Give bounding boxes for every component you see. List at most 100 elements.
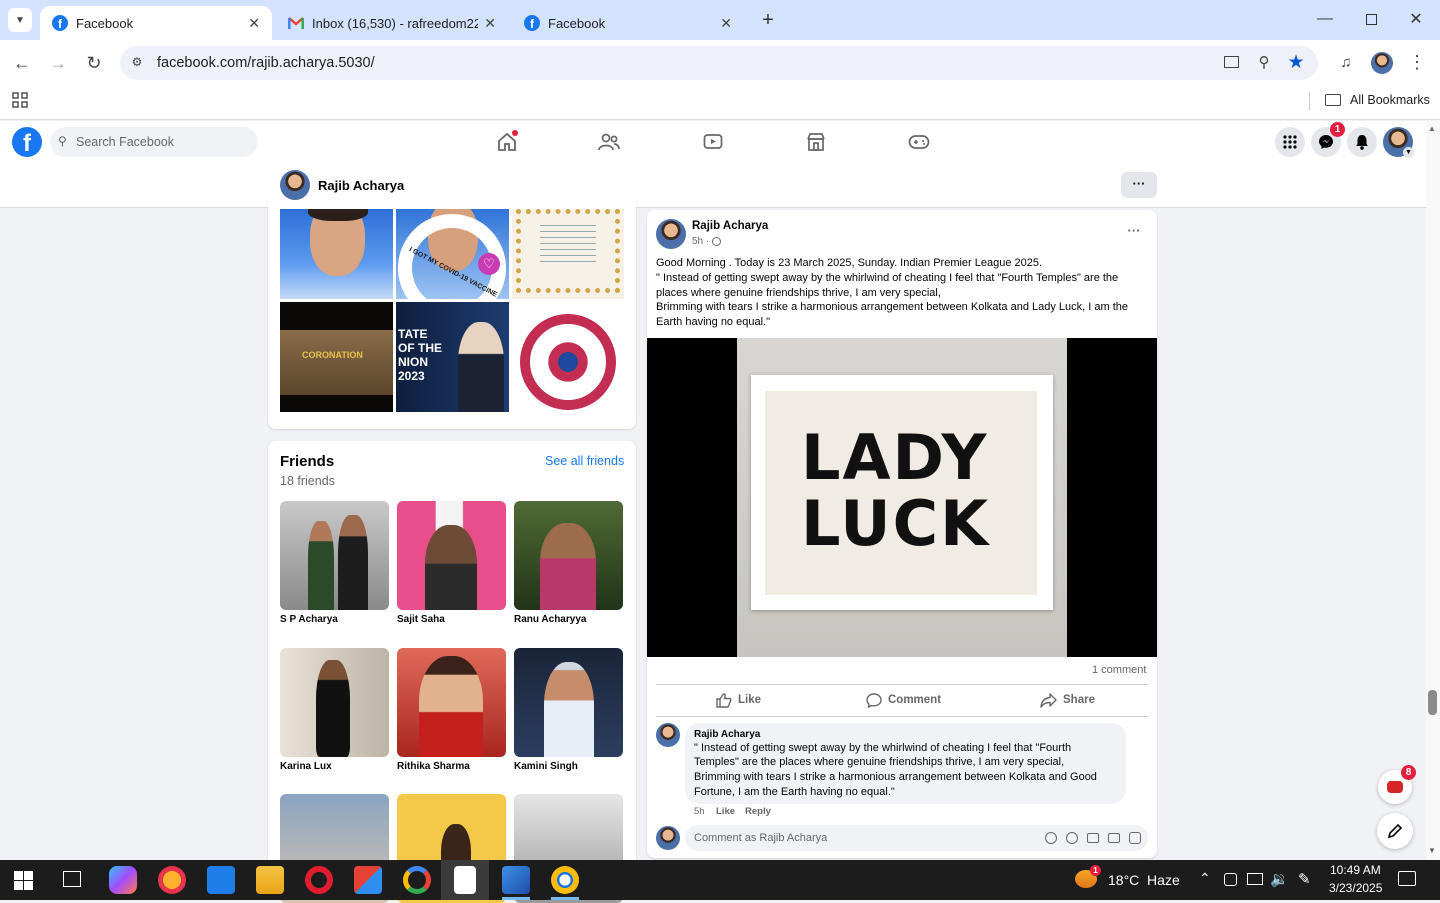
tray-overflow-icon[interactable]: ⌃ — [1199, 870, 1211, 887]
bookmark-star-icon[interactable]: ★ — [1285, 51, 1307, 73]
profile-avatar-icon[interactable] — [1371, 52, 1393, 74]
copilot-app-icon[interactable] — [109, 866, 137, 894]
commenter-avatar[interactable] — [656, 723, 680, 747]
post-options-icon[interactable]: ··· — [1124, 223, 1144, 241]
task-view-icon[interactable] — [63, 871, 81, 887]
tray-app-icon[interactable] — [1224, 873, 1237, 886]
sticker-icon[interactable] — [1129, 832, 1141, 844]
weather-widget[interactable]: 1 18°C Haze — [1075, 865, 1185, 892]
gaming-nav-icon[interactable] — [907, 131, 931, 153]
page-scrollbar-track[interactable] — [1426, 121, 1440, 860]
profile-more-button[interactable]: ··· — [1121, 172, 1157, 198]
menu-grid-button[interactable] — [1275, 127, 1305, 157]
photo-tile[interactable]: I GOT MY COVID-19 VACCINE ♡ — [396, 209, 509, 299]
photo-tile[interactable] — [512, 209, 624, 299]
restore-window-icon[interactable] — [1360, 8, 1382, 30]
comment-count[interactable]: 1 comment — [1092, 664, 1146, 676]
like-button[interactable]: Like — [716, 690, 761, 710]
clock-date[interactable]: 3/23/2025 — [1329, 881, 1382, 895]
friend-name[interactable]: Ranu Acharyya — [514, 614, 586, 625]
friend-photo[interactable] — [397, 501, 506, 610]
friend-name[interactable]: S P Acharya — [280, 614, 338, 625]
tab-facebook-2[interactable]: f Facebook ✕ — [512, 6, 744, 40]
scroll-up-arrow-icon[interactable]: ▲ — [1428, 124, 1436, 133]
friend-photo[interactable] — [280, 501, 389, 610]
notifications-button[interactable] — [1347, 127, 1377, 157]
all-bookmarks-button[interactable]: All Bookmarks — [1325, 91, 1430, 109]
address-bar[interactable]: facebook.com/rajib.acharya.5030/ — [120, 46, 1318, 80]
see-all-friends-link[interactable]: See all friends — [545, 454, 624, 468]
friends-nav-icon[interactable] — [597, 131, 621, 153]
emoji-icon[interactable] — [1066, 832, 1078, 844]
notepad-app-icon[interactable] — [454, 866, 476, 894]
friend-name[interactable]: Kamini Singh — [514, 761, 578, 772]
clock-time[interactable]: 10:49 AM — [1330, 863, 1381, 877]
comment-time[interactable]: 5h — [694, 806, 705, 817]
opera-app-icon[interactable] — [305, 866, 333, 894]
tab-facebook-active[interactable]: f Facebook ✕ — [40, 6, 272, 40]
marketplace-nav-icon[interactable] — [804, 131, 828, 153]
friend-name[interactable]: Rithika Sharma — [397, 761, 470, 772]
post-author-avatar[interactable] — [656, 219, 686, 249]
comment-like-link[interactable]: Like — [716, 806, 735, 817]
photo-tile[interactable] — [280, 209, 393, 299]
photo-tile[interactable]: CORONATION — [280, 302, 393, 412]
scroll-down-arrow-icon[interactable]: ▼ — [1428, 846, 1436, 855]
reload-icon[interactable]: ↻ — [82, 51, 106, 75]
close-tab-icon[interactable]: ✕ — [248, 15, 260, 32]
firefox-app-icon[interactable] — [158, 866, 186, 894]
comment-author[interactable]: Rajib Acharya — [694, 729, 760, 740]
post-author-name[interactable]: Rajib Acharya — [692, 220, 768, 232]
close-window-icon[interactable]: ✕ — [1405, 8, 1427, 30]
start-button[interactable] — [14, 871, 33, 890]
gif-icon[interactable] — [1108, 833, 1120, 843]
minimize-window-icon[interactable]: — — [1314, 8, 1336, 30]
forward-arrow-icon[interactable]: → — [46, 51, 70, 75]
facebook-search-input[interactable]: ⚲ Search Facebook — [50, 127, 258, 157]
friend-name[interactable]: Karina Lux — [280, 761, 332, 772]
friend-photo[interactable] — [280, 648, 389, 757]
network-icon[interactable] — [1247, 873, 1263, 885]
tab-gmail[interactable]: Inbox (16,530) - rafreedom22@ ✕ — [276, 6, 508, 40]
avatar-sticker-icon[interactable] — [1045, 832, 1057, 844]
file-explorer-icon[interactable] — [256, 866, 284, 894]
page-scrollbar-thumb[interactable] — [1428, 690, 1437, 715]
back-arrow-icon[interactable]: ← — [10, 51, 34, 75]
tab-search-button[interactable]: ▼ — [8, 8, 32, 32]
pen-icon[interactable]: ✎ — [1298, 870, 1311, 888]
browser-menu-icon[interactable]: ⋮ — [1407, 52, 1427, 72]
store-app-icon[interactable] — [354, 866, 382, 894]
comment-reply-link[interactable]: Reply — [745, 806, 771, 817]
my-avatar[interactable] — [656, 826, 680, 850]
share-button[interactable]: Share — [1040, 690, 1095, 710]
watch-nav-icon[interactable] — [701, 131, 725, 153]
post-image[interactable]: LADY LUCK — [647, 338, 1157, 657]
google-app-icon[interactable] — [403, 866, 431, 894]
photo-tile[interactable] — [512, 302, 624, 412]
friend-name[interactable]: Sajit Saha — [397, 614, 445, 625]
apps-grid-icon[interactable] — [10, 91, 30, 109]
close-tab-icon[interactable]: ✕ — [720, 15, 732, 32]
teamviewer-app-icon[interactable] — [207, 866, 235, 894]
profile-avatar[interactable] — [280, 170, 310, 200]
photo-tile[interactable]: TATE OF THE NION 2023 — [396, 302, 509, 412]
zoom-icon[interactable]: ⚲ — [1254, 52, 1274, 72]
friend-photo[interactable] — [514, 648, 623, 757]
site-info-icon[interactable]: ⚙ — [128, 53, 146, 71]
notification-center-icon[interactable] — [1398, 871, 1416, 886]
facebook-logo-icon[interactable]: f — [12, 127, 42, 157]
install-app-icon[interactable] — [1221, 52, 1241, 72]
volume-icon[interactable]: 🔉 — [1270, 870, 1289, 888]
close-tab-icon[interactable]: ✕ — [484, 15, 496, 32]
post-timestamp[interactable]: 5h · — [692, 236, 722, 247]
new-message-button[interactable] — [1377, 813, 1413, 849]
profile-name[interactable]: Rajib Acharya — [318, 178, 404, 193]
new-tab-plus-icon[interactable]: + — [756, 8, 780, 32]
messenger-button[interactable]: 1 — [1311, 122, 1345, 157]
chrome-app-icon[interactable] — [551, 866, 579, 894]
friend-photo[interactable] — [514, 501, 623, 610]
photos-app-icon[interactable] — [502, 866, 530, 894]
friend-photo[interactable] — [397, 648, 506, 757]
comment-input[interactable]: Comment as Rajib Acharya — [685, 825, 1148, 851]
media-controls-icon[interactable]: ♫ — [1336, 52, 1356, 72]
